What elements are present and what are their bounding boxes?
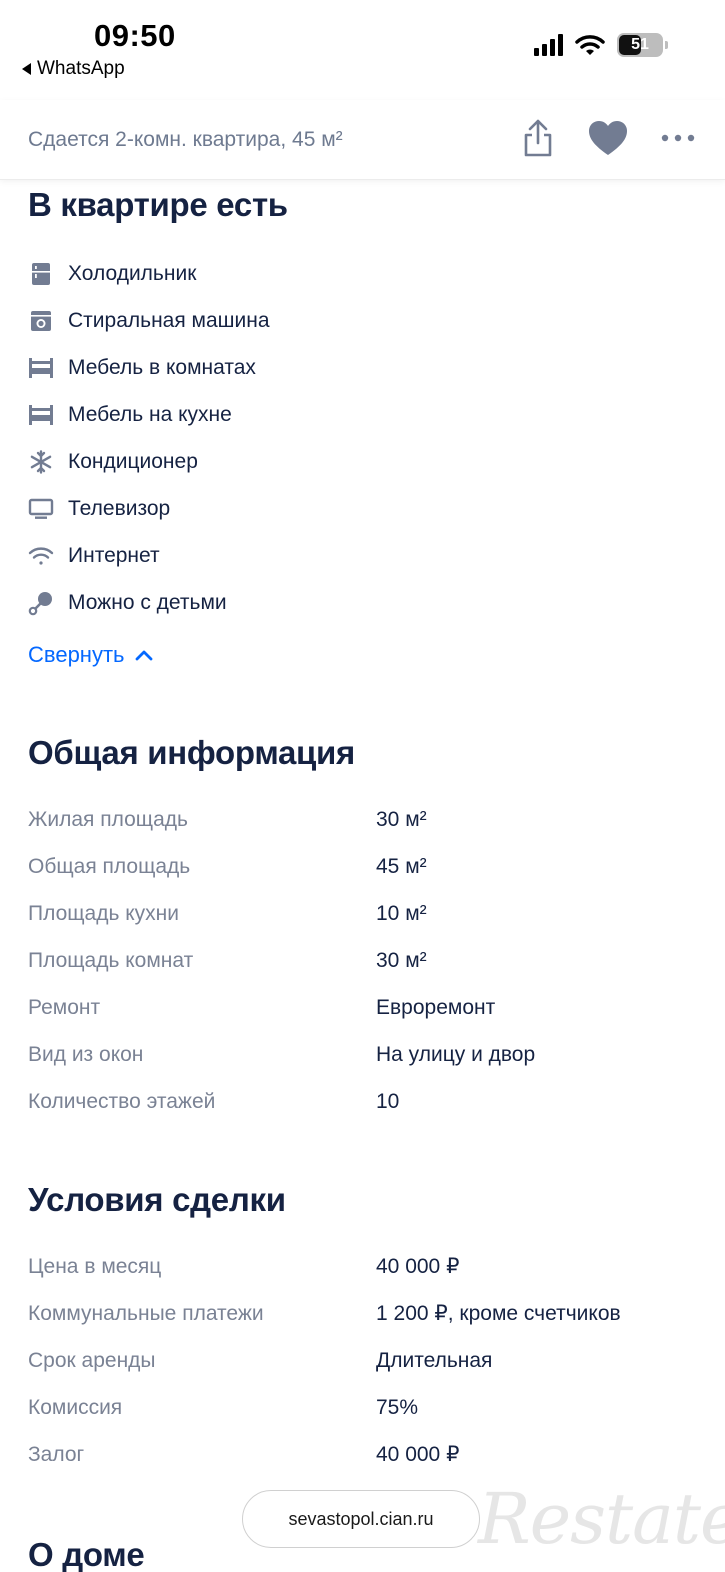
share-button[interactable] — [521, 118, 555, 158]
info-label: Коммунальные платежи — [28, 1301, 264, 1325]
info-row: Залог 40 000 ₽ — [28, 1431, 698, 1478]
listing-header: Сдается 2-комн. квартира, 45 м² — [0, 100, 725, 180]
info-row: Площадь комнат 30 м² — [28, 937, 698, 984]
info-value: Длительная — [376, 1348, 493, 1372]
info-label: Цена в месяц — [28, 1254, 162, 1278]
info-label: Площадь кухни — [28, 901, 179, 925]
info-row: Количество этажей 10 — [28, 1078, 698, 1125]
amenity-label: Мебель на кухне — [68, 402, 232, 426]
amenity-item: Холодильник — [28, 250, 698, 297]
amenity-item: Кондиционер — [28, 438, 698, 485]
more-button[interactable] — [661, 133, 695, 143]
info-row: Коммунальные платежи 1 200 ₽, кроме счетч… — [28, 1290, 698, 1337]
general-info-title: Общая информация — [28, 734, 355, 771]
bed-icon — [28, 402, 54, 428]
info-label: Срок аренды — [28, 1348, 156, 1372]
collapse-label: Свернуть — [28, 642, 125, 667]
watermark-logo: Restate — [478, 1478, 725, 1560]
general-info-table: Жилая площадь 30 м² Общая площадь 45 м² Пл… — [28, 796, 698, 1125]
info-value: 1 200 ₽, кроме счетчиков — [376, 1302, 621, 1325]
collapse-button[interactable]: Свернуть — [28, 642, 153, 668]
browser-url-pill[interactable]: sevastopol.cian.ru — [242, 1490, 480, 1548]
listing-title: Сдается 2-комн. квартира, 45 м² — [28, 128, 343, 151]
info-value: 40 000 ₽ — [376, 1255, 460, 1278]
amenities-title: В квартире есть — [28, 186, 288, 223]
info-label: Жилая площадь — [28, 807, 188, 831]
info-value: 10 — [376, 1089, 400, 1113]
fridge-icon — [28, 261, 54, 287]
info-row: Жилая площадь 30 м² — [28, 796, 698, 843]
amenities-section: В квартире есть Холодильник Стиральная м… — [28, 186, 698, 668]
signal-icon — [534, 34, 563, 56]
back-to-app-button[interactable]: WhatsApp — [22, 58, 125, 80]
more-icon — [661, 134, 695, 142]
info-value: Евроремонт — [376, 995, 496, 1019]
amenity-label: Мебель в комнатах — [68, 355, 256, 379]
back-app-label: WhatsApp — [37, 58, 125, 79]
info-row: Вид из окон На улицу и двор — [28, 1031, 698, 1078]
wifi-icon — [28, 543, 54, 569]
info-row: Площадь кухни 10 м² — [28, 890, 698, 937]
amenity-item: Телевизор — [28, 485, 698, 532]
amenity-item: Интернет — [28, 532, 698, 579]
amenity-item: Мебель на кухне — [28, 391, 698, 438]
listing-content: В квартире есть Холодильник Стиральная м… — [28, 180, 698, 1572]
info-row: Цена в месяц 40 000 ₽ — [28, 1243, 698, 1290]
info-label: Общая площадь — [28, 854, 191, 878]
general-info-section: Общая информация Жилая площадь 30 м² Обща… — [28, 734, 698, 1125]
battery-level: 51 — [631, 36, 649, 53]
share-icon — [524, 119, 552, 157]
info-label: Вид из окон — [28, 1042, 144, 1066]
amenity-label: Стиральная машина — [68, 308, 270, 332]
tv-icon — [28, 496, 54, 522]
chevron-up-icon — [135, 650, 152, 661]
back-triangle-icon — [22, 63, 31, 75]
battery-icon: 51 — [617, 33, 668, 57]
washing-machine-icon — [28, 308, 54, 334]
info-label: Ремонт — [28, 995, 101, 1019]
amenity-label: Телевизор — [68, 496, 171, 520]
amenity-label: Кондиционер — [68, 449, 198, 473]
wifi-icon — [575, 35, 605, 55]
amenity-label: Холодильник — [68, 261, 197, 285]
info-value: 45 м² — [376, 854, 427, 878]
info-label: Количество этажей — [28, 1089, 216, 1113]
amenity-item: Можно с детьми — [28, 579, 698, 626]
info-value: 30 м² — [376, 948, 427, 972]
info-row: Комиссия 75% — [28, 1384, 698, 1431]
heart-icon — [589, 121, 627, 155]
status-time: 09:50 — [94, 18, 176, 53]
info-row: Срок аренды Длительная — [28, 1337, 698, 1384]
deal-terms-table: Цена в месяц 40 000 ₽ Коммунальные платеж… — [28, 1243, 698, 1478]
amenity-list: Холодильник Стиральная машина Мебель в к… — [28, 250, 698, 626]
amenity-item: Мебель в комнатах — [28, 344, 698, 391]
info-row: Общая площадь 45 м² — [28, 843, 698, 890]
info-label: Залог — [28, 1442, 85, 1466]
info-value: 75% — [376, 1395, 419, 1419]
info-value: На улицу и двор — [376, 1042, 536, 1066]
header-actions — [521, 118, 695, 158]
snowflake-icon — [28, 449, 54, 475]
amenity-label: Можно с детьми — [68, 590, 227, 614]
deal-terms-section: Условия сделки Цена в месяц 40 000 ₽ Комм… — [28, 1181, 698, 1478]
info-row: Ремонт Евроремонт — [28, 984, 698, 1031]
amenity-item: Стиральная машина — [28, 297, 698, 344]
info-label: Площадь комнат — [28, 948, 194, 972]
status-icons: 51 — [534, 33, 668, 57]
status-bar: 09:50 WhatsApp 51 — [0, 0, 725, 100]
info-value: 40 000 ₽ — [376, 1443, 460, 1466]
bed-icon — [28, 355, 54, 381]
info-label: Комиссия — [28, 1395, 123, 1419]
info-value: 30 м² — [376, 807, 427, 831]
amenity-label: Интернет — [68, 543, 160, 567]
info-value: 10 м² — [376, 901, 427, 925]
favorite-button[interactable] — [587, 119, 629, 157]
baby-rattle-icon — [28, 590, 54, 616]
deal-terms-title: Условия сделки — [28, 1181, 286, 1218]
